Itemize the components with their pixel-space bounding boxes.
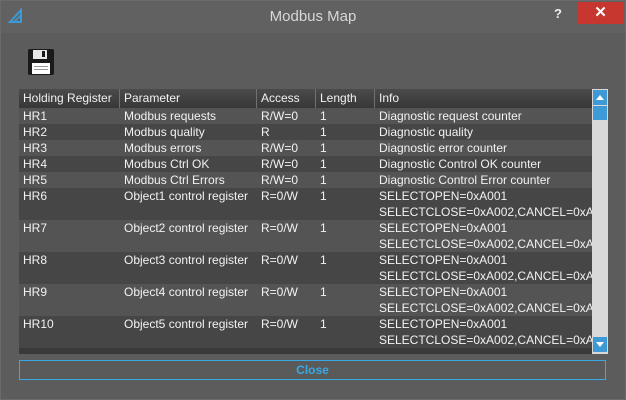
info-cell: SELECTOPEN=0xA001 SELECTCLOSE=0xA002,CANC… (375, 252, 592, 284)
table-row[interactable]: HR2 Modbus quality R 1 Diagnostic quality (19, 124, 592, 140)
column-header-info[interactable]: Info (375, 89, 592, 108)
parameter-cell: Modbus requests (124, 109, 217, 123)
access-cell: R/W=0 (261, 173, 299, 187)
help-button[interactable]: ? (554, 6, 562, 21)
info-cell: SELECTOPEN=0xA001 SELECTCLOSE=0xA002,CANC… (375, 188, 592, 220)
length-cell: 1 (320, 189, 327, 203)
vertical-scrollbar[interactable] (592, 89, 608, 354)
scroll-down-icon[interactable] (593, 337, 607, 352)
parameter-cell: Modbus quality (124, 125, 205, 139)
length-cell: 1 (320, 125, 327, 139)
table-row[interactable]: HR9 Object4 control register R=0/W 1 SELECTO… (19, 284, 592, 316)
access-cell: R=0/W (261, 285, 299, 299)
info-line: SELECTOPEN=0xA001 (379, 317, 508, 331)
parameter-cell: Object2 control register (124, 221, 249, 235)
info-line: SELECTCLOSE=0xA002,CANCEL=0xA0... (379, 301, 592, 315)
info-line: SELECTCLOSE=0xA002,CANCEL=0xA0... (379, 333, 592, 347)
info-cell: SELECTOPEN=0xA001 SELECTCLOSE=0xA002,CANC… (375, 316, 592, 348)
table-row[interactable]: HR8 Object3 control register R=0/W 1 SELECTO… (19, 252, 592, 284)
access-cell: R=0/W (261, 317, 299, 331)
parameter-cell: Modbus Ctrl Errors (124, 173, 225, 187)
length-cell: 1 (320, 173, 327, 187)
parameter-cell: Object1 control register (124, 189, 249, 203)
column-header-parameter[interactable]: Parameter (120, 89, 257, 108)
parameter-cell: Modbus errors (124, 141, 202, 155)
info-cell: Diagnostic quality (375, 124, 592, 140)
column-header-access[interactable]: Access (257, 89, 316, 108)
info-line: Diagnostic Control OK counter (379, 157, 542, 171)
window-close-button[interactable]: ✕ (577, 2, 624, 24)
table-row[interactable]: HR5 Modbus Ctrl Errors R/W=0 1 Diagnostic Co… (19, 172, 592, 188)
length-cell: 1 (320, 285, 327, 299)
info-cell: SELECTOPEN=0xA001 SELECTCLOSE=0xA002,CANC… (375, 284, 592, 316)
table-row[interactable]: HR6 Object1 control register R=0/W 1 SELECTO… (19, 188, 592, 220)
register-cell: HR4 (23, 157, 48, 171)
info-line: Diagnostic error counter (379, 141, 508, 155)
parameter-cell: Object5 control register (124, 317, 249, 331)
register-cell: HR9 (23, 285, 48, 299)
access-cell: R/W=0 (261, 141, 299, 155)
register-cell: HR10 (23, 317, 54, 331)
info-line: SELECTOPEN=0xA001 (379, 253, 508, 267)
access-cell: R=0/W (261, 253, 299, 267)
table-row[interactable]: HR4 Modbus Ctrl OK R/W=0 1 Diagnostic Contro… (19, 156, 592, 172)
window-title: Modbus Map (269, 8, 357, 25)
access-cell: R (261, 125, 270, 139)
parameter-cell: Object4 control register (124, 285, 249, 299)
info-line: SELECTOPEN=0xA001 (379, 189, 508, 203)
length-cell: 1 (320, 253, 327, 267)
floppy-disk-icon[interactable] (27, 48, 55, 76)
table-row[interactable]: HR1 Modbus requests R/W=0 1 Diagnostic reque… (19, 108, 592, 124)
info-line: Diagnostic request counter (379, 109, 522, 123)
register-cell: HR7 (23, 221, 48, 235)
info-cell: Diagnostic Control Error counter (375, 172, 592, 188)
register-cell: HR6 (23, 189, 48, 203)
table-row[interactable]: HR10 Object5 control register R=0/W 1 SELECT… (19, 316, 592, 348)
access-cell: R/W=0 (261, 157, 299, 171)
access-cell: R/W=0 (261, 109, 299, 123)
info-line: Diagnostic Control Error counter (379, 173, 551, 187)
register-cell: HR3 (23, 141, 48, 155)
modbus-register-table[interactable]: Holding Register Parameter Access Length… (19, 89, 592, 354)
length-cell: 1 (320, 157, 327, 171)
register-cell: HR2 (23, 125, 48, 139)
table-row[interactable]: HR3 Modbus errors R/W=0 1 Diagnostic error c… (19, 140, 592, 156)
info-cell: Diagnostic error counter (375, 140, 592, 156)
info-line: SELECTCLOSE=0xA002,CANCEL=0xA0... (379, 269, 592, 283)
close-button[interactable]: Close (19, 360, 606, 380)
info-cell: SELECTOPEN=0xA001 SELECTCLOSE=0xA002,CANC… (375, 220, 592, 252)
info-line: SELECTOPEN=0xA001 (379, 221, 508, 235)
scrollbar-thumb[interactable] (593, 106, 607, 120)
register-cell: HR5 (23, 173, 48, 187)
register-cell: HR8 (23, 253, 48, 267)
length-cell: 1 (320, 317, 327, 331)
parameter-cell: Object3 control register (124, 253, 249, 267)
info-line: SELECTOPEN=0xA001 (379, 285, 508, 299)
table-header: Holding Register Parameter Access Length… (19, 89, 592, 108)
info-cell: Diagnostic request counter (375, 108, 592, 124)
length-cell: 1 (320, 141, 327, 155)
length-cell: 1 (320, 221, 327, 235)
access-cell: R=0/W (261, 221, 299, 235)
table-row[interactable]: HR7 Object2 control register R=0/W 1 SELECTO… (19, 220, 592, 252)
info-line: Diagnostic quality (379, 125, 474, 139)
length-cell: 1 (320, 109, 327, 123)
column-header-holding-register[interactable]: Holding Register (19, 89, 120, 108)
register-cell: HR1 (23, 109, 48, 123)
column-header-length[interactable]: Length (316, 89, 375, 108)
title-bar[interactable]: Modbus Map ? ✕ (1, 1, 625, 33)
info-cell: Diagnostic Control OK counter (375, 156, 592, 172)
access-cell: R=0/W (261, 189, 299, 203)
info-line: SELECTCLOSE=0xA002,CANCEL=0xA0... (379, 237, 592, 251)
parameter-cell: Modbus Ctrl OK (124, 157, 210, 171)
scroll-up-icon[interactable] (593, 90, 607, 105)
table-body: HR1 Modbus requests R/W=0 1 Diagnostic reque… (19, 108, 592, 348)
info-line: SELECTCLOSE=0xA002,CANCEL=0xA0... (379, 205, 592, 219)
